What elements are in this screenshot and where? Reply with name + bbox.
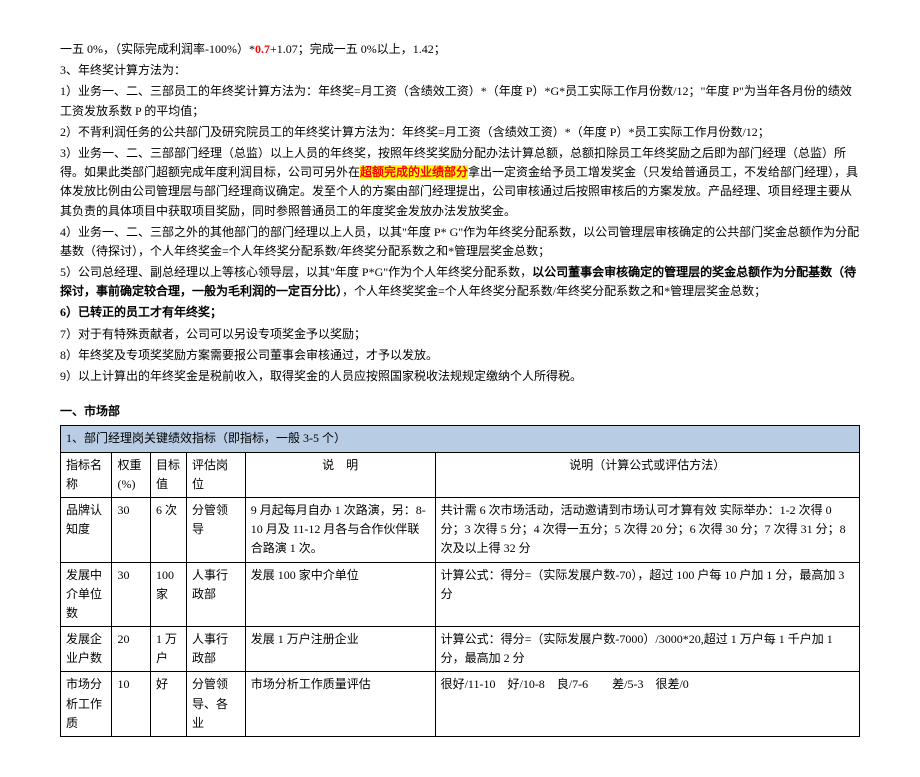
th-4: 说 明: [245, 452, 435, 497]
p6-text-c: ，个人年终奖奖金=个人年终奖分配系数/年终奖分配系数之和*管理层奖金总数；: [342, 284, 766, 298]
cell: 10: [112, 672, 150, 737]
th-0: 指标名称: [61, 452, 112, 497]
cell: 发展 1 万户注册企业: [245, 627, 435, 672]
table-row: 市场分析工作质 10 好 分管领导、各业 市场分析工作质量评估 很好/11-10…: [61, 672, 860, 737]
cell: 发展 100 家中介单位: [245, 562, 435, 627]
cell: 30: [112, 497, 150, 562]
cell: 市场分析工作质: [61, 672, 112, 737]
table-row: 品牌认知度 30 6 次 分管领导 9 月起每月自办 1 次路演，另：8-10 …: [61, 497, 860, 562]
cell: 20: [112, 627, 150, 672]
cell: 分管领导: [187, 497, 246, 562]
cell: 人事行政部: [187, 627, 246, 672]
p0-highlight: 0.7: [255, 42, 270, 56]
cell: 100 家: [150, 562, 186, 627]
paragraph-3: 2）不背利润任务的公共部门及研究院员工的年终奖计算方法为：年终奖=月工资（含绩效…: [60, 123, 860, 142]
cell: 发展企业户数: [61, 627, 112, 672]
cell: 6 次: [150, 497, 186, 562]
th-3: 评估岗位: [187, 452, 246, 497]
paragraph-7: 6）已转正的员工才有年终奖；: [60, 303, 860, 322]
cell: 品牌认知度: [61, 497, 112, 562]
cell: 发展中介单位数: [61, 562, 112, 627]
cell: 市场分析工作质量评估: [245, 672, 435, 737]
p6-text-a: 5）公司总经理、副总经理以上等核心领导层，以其"年度 P*G"作为个人年终奖分配…: [60, 265, 532, 279]
paragraph-9: 8）年终奖及专项奖奖励方案需要报公司董事会审核通过，才予以发放。: [60, 346, 860, 365]
table-title: 1、部门经理岗关键绩效指标（即指标，一般 3-5 个）: [61, 426, 860, 452]
paragraph-4: 3）业务一、二、三部部门经理（总监）以上人员的年终奖，按照年终奖奖励分配办法计算…: [60, 144, 860, 221]
cell: 分管领导、各业: [187, 672, 246, 737]
th-2: 目标值: [150, 452, 186, 497]
cell: 共计需 6 次市场活动，活动邀请到市场认可才算有效 实际举办：1-2 次得 0 …: [435, 497, 859, 562]
p0-text-a: 一五 0%，（实际完成利润率-100%）*: [60, 42, 255, 56]
cell: 30: [112, 562, 150, 627]
table-row: 发展中介单位数 30 100 家 人事行政部 发展 100 家中介单位 计算公式…: [61, 562, 860, 627]
th-1: 权重(%): [112, 452, 150, 497]
table-row: 发展企业户数 20 1 万户 人事行政部 发展 1 万户注册企业 计算公式：得分…: [61, 627, 860, 672]
cell: 好: [150, 672, 186, 737]
table-title-row: 1、部门经理岗关键绩效指标（即指标，一般 3-5 个）: [61, 426, 860, 452]
paragraph-1: 3、年终奖计算方法为：: [60, 61, 860, 80]
th-5: 说明（计算公式或评估方法）: [435, 452, 859, 497]
section-title: 一、市场部: [60, 402, 860, 421]
paragraph-0: 一五 0%，（实际完成利润率-100%）*0.7+1.07；完成一五 0%以上，…: [60, 40, 860, 59]
paragraph-8: 7）对于有特殊贡献者，公司可以另设专项奖金予以奖励；: [60, 325, 860, 344]
cell: 很好/11-10 好/10-8 良/7-6 差/5-3 很差/0: [435, 672, 859, 737]
paragraph-10: 9）以上计算出的年终奖金是税前收入，取得奖金的人员应按照国家税收法规规定缴纳个人…: [60, 367, 860, 386]
p4-highlight: 超额完成的业绩部分: [360, 165, 468, 179]
cell: 1 万户: [150, 627, 186, 672]
paragraph-5: 4）业务一、二、三部之外的其他部门的部门经理以上人员，以其"年度 P* G"作为…: [60, 223, 860, 261]
kpi-table: 1、部门经理岗关键绩效指标（即指标，一般 3-5 个） 指标名称 权重(%) 目…: [60, 425, 860, 737]
p0-text-c: +1.07；完成一五 0%以上，1.42；: [270, 42, 446, 56]
cell: 9 月起每月自办 1 次路演，另：8-10 月及 11-12 月各与合作伙伴联合…: [245, 497, 435, 562]
paragraph-2: 1）业务一、二、三部员工的年终奖计算方法为：年终奖=月工资（含绩效工资）*（年度…: [60, 82, 860, 120]
cell: 人事行政部: [187, 562, 246, 627]
table-header-row: 指标名称 权重(%) 目标值 评估岗位 说 明 说明（计算公式或评估方法）: [61, 452, 860, 497]
paragraph-6: 5）公司总经理、副总经理以上等核心领导层，以其"年度 P*G"作为个人年终奖分配…: [60, 263, 860, 301]
cell: 计算公式：得分=（实际发展户数-70），超过 100 户每 10 户加 1 分，…: [435, 562, 859, 627]
cell: 计算公式：得分=（实际发展户数-7000）/3000*20,超过 1 万户每 1…: [435, 627, 859, 672]
